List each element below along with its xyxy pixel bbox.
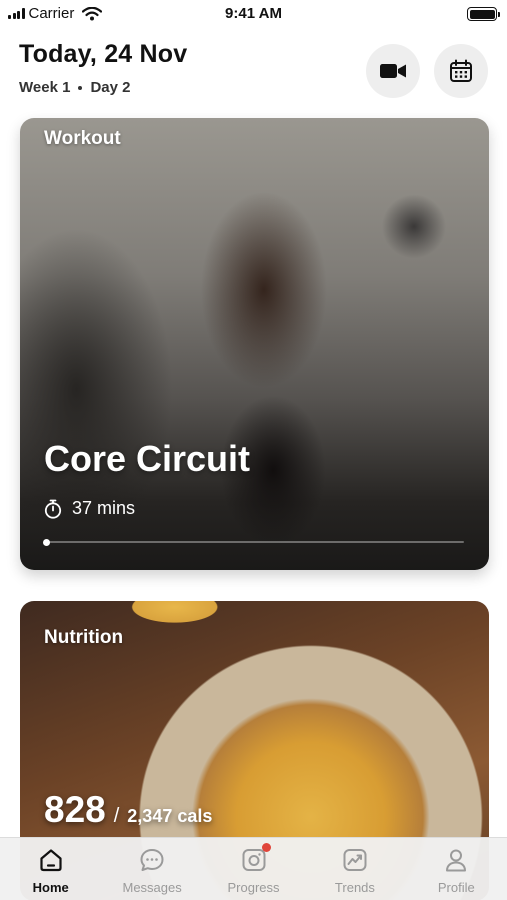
workout-title: Core Circuit xyxy=(44,438,251,479)
status-time: 9:41 AM xyxy=(225,5,282,22)
calorie-summary: 828 / 2,347 cals xyxy=(44,789,212,831)
workout-progress-knob xyxy=(43,538,50,546)
tab-bar: Home Messages Progress Trends Profile xyxy=(0,837,507,900)
battery-level xyxy=(469,9,495,19)
week-label: Week 1 xyxy=(19,79,71,96)
calories-consumed: 828 xyxy=(44,789,106,830)
video-camera-icon xyxy=(380,64,406,78)
tab-messages[interactable]: Messages xyxy=(101,838,202,900)
chat-bubble-icon xyxy=(138,846,166,874)
notification-badge xyxy=(261,843,271,852)
header: Today, 24 Nov Week 1 Day 2 xyxy=(19,40,488,104)
person-icon xyxy=(442,846,470,874)
separator-dot xyxy=(78,85,83,90)
tab-label-home: Home xyxy=(32,880,69,895)
tab-profile[interactable]: Profile xyxy=(406,838,507,900)
workout-card[interactable]: Workout Core Circuit 37 mins xyxy=(20,118,489,570)
workout-duration: 37 mins xyxy=(44,498,135,519)
camera-icon xyxy=(240,843,271,874)
nutrition-label: Nutrition xyxy=(44,627,124,648)
battery-icon xyxy=(467,7,500,21)
workout-label: Workout xyxy=(44,128,121,149)
stopwatch-icon xyxy=(44,499,62,519)
day-label: Day 2 xyxy=(90,79,131,96)
trend-chart-icon xyxy=(341,846,369,874)
calendar-icon xyxy=(450,59,472,82)
workout-progress-bar xyxy=(43,538,464,546)
home-icon xyxy=(37,846,65,874)
tab-label-trends: Trends xyxy=(334,880,375,895)
calendar-button[interactable] xyxy=(434,44,488,98)
tab-trends[interactable]: Trends xyxy=(304,838,405,900)
status-bar: Carrier 9:41 AM xyxy=(0,0,507,28)
tab-label-profile: Profile xyxy=(437,880,475,895)
tab-progress[interactable]: Progress xyxy=(203,838,304,900)
video-button[interactable] xyxy=(366,44,420,98)
calories-separator: / xyxy=(113,805,120,827)
tab-label-messages: Messages xyxy=(122,880,182,895)
duration-text: 37 mins xyxy=(72,498,136,518)
tab-label-progress: Progress xyxy=(227,880,280,895)
tab-home[interactable]: Home xyxy=(0,838,101,900)
calories-goal: 2,347 cals xyxy=(127,806,213,826)
